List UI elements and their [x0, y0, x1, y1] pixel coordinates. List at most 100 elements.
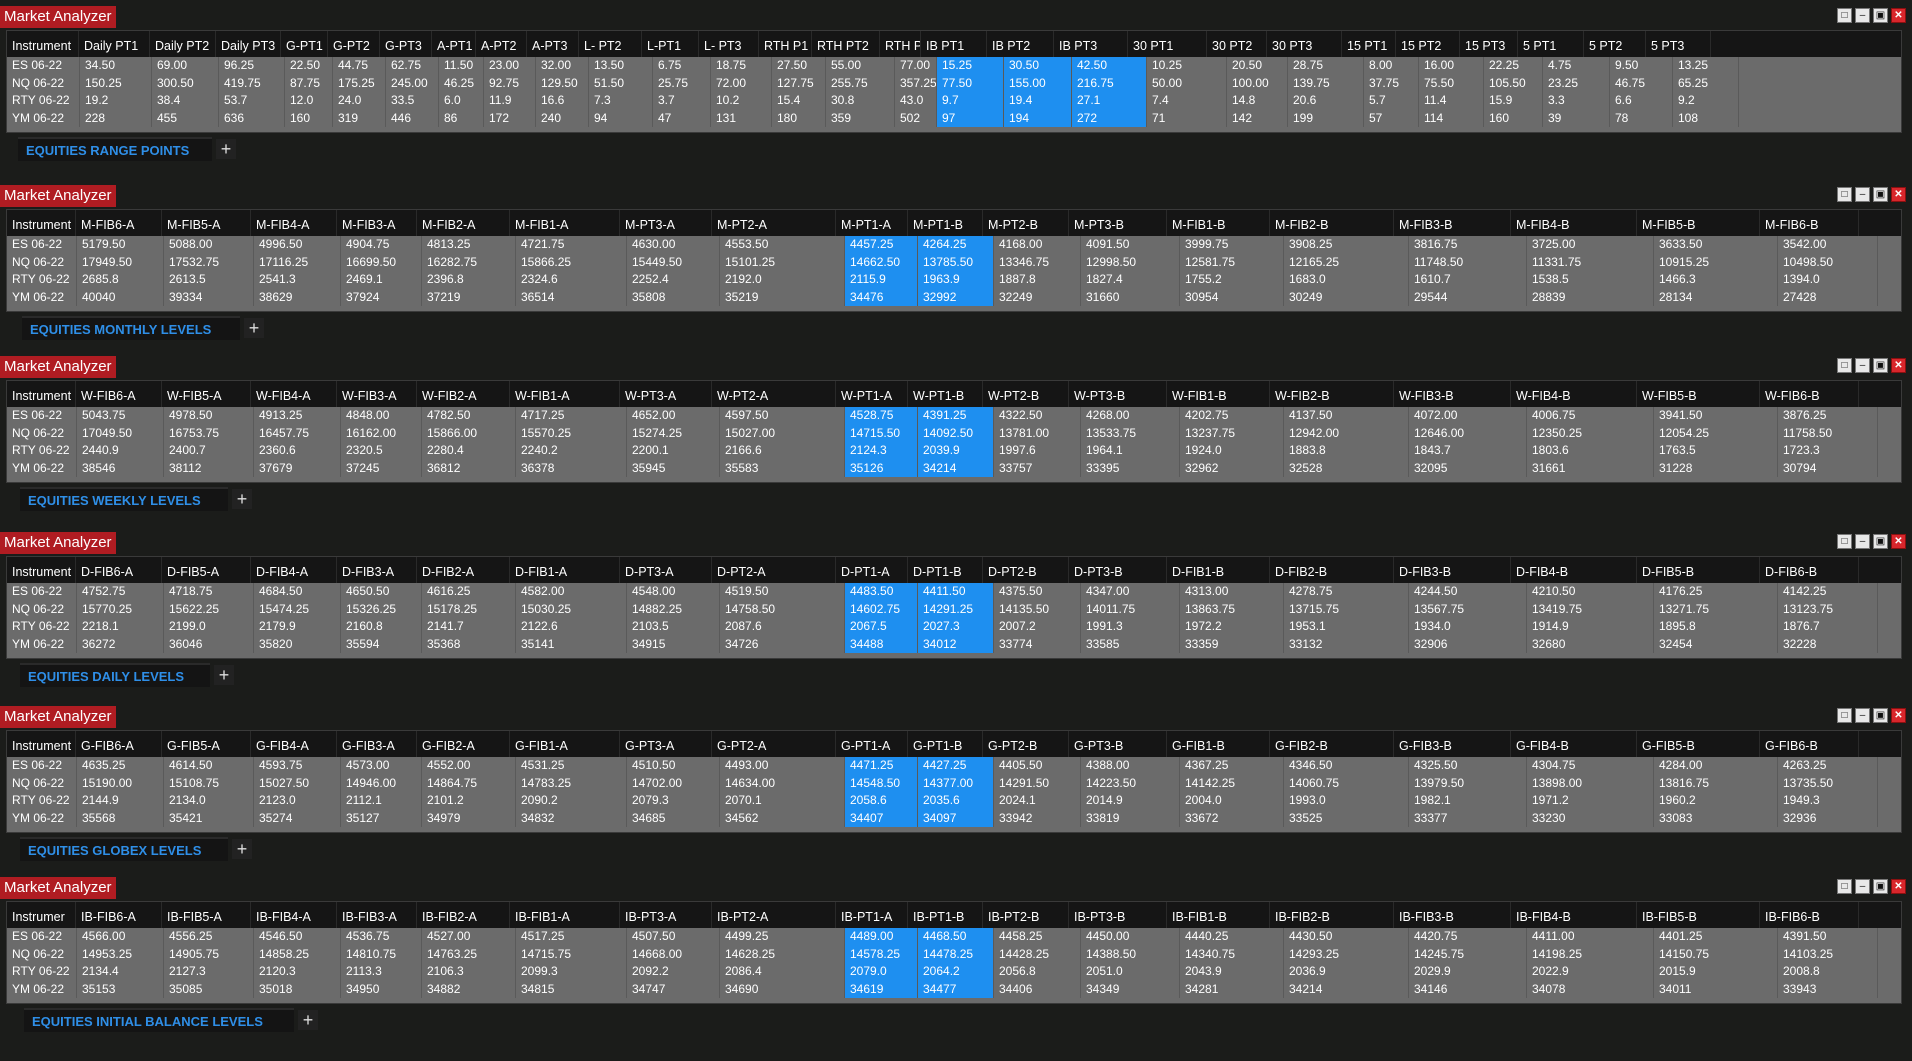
value-cell[interactable]: 34950 [341, 981, 421, 999]
column-header[interactable]: Daily PT3 [216, 31, 281, 57]
value-cell[interactable]: 14291.50 [994, 775, 1080, 793]
instrument-cell[interactable]: RTY 06-22 [7, 792, 76, 810]
value-cell[interactable]: 8.00 [1364, 57, 1418, 75]
column-header[interactable]: M-PT2-A [712, 210, 836, 236]
value-cell[interactable]: 27.1 [1072, 92, 1146, 110]
value-cell[interactable]: 100.00 [1227, 75, 1287, 93]
value-cell[interactable]: 2115.9 [845, 271, 917, 289]
value-cell[interactable]: 77.00 [895, 57, 936, 75]
value-cell[interactable]: 14858.25 [254, 946, 340, 964]
value-cell[interactable]: 4652.00 [627, 407, 719, 425]
value-cell[interactable]: 13715.75 [1284, 601, 1408, 619]
value-cell[interactable]: 4375.50 [994, 583, 1080, 601]
value-cell[interactable]: 34011 [1654, 981, 1777, 999]
value-cell[interactable]: 34349 [1081, 981, 1179, 999]
value-cell[interactable]: 4440.25 [1180, 928, 1283, 946]
value-cell[interactable]: 12646.00 [1409, 425, 1526, 443]
value-cell[interactable]: 15866.00 [422, 425, 515, 443]
value-cell[interactable]: 10.2 [711, 92, 771, 110]
value-cell[interactable]: 2440.9 [77, 442, 163, 460]
value-cell[interactable]: 35808 [627, 289, 719, 307]
column-header[interactable]: M-FIB5-A [162, 210, 251, 236]
column-header[interactable]: A-PT3 [527, 31, 579, 57]
window-titlebar[interactable]: Market Analyzer □ – ▣ ✕ [0, 356, 1912, 380]
value-cell[interactable]: 15622.25 [164, 601, 253, 619]
column-header[interactable]: 30 PT3 [1267, 31, 1342, 57]
value-cell[interactable]: 4405.50 [994, 757, 1080, 775]
value-cell[interactable]: 172 [484, 110, 535, 128]
column-header[interactable]: G-PT3 [380, 31, 432, 57]
close-icon[interactable]: ✕ [1891, 879, 1906, 894]
instrument-cell[interactable]: RTY 06-22 [7, 618, 76, 636]
value-cell[interactable]: 2396.8 [422, 271, 515, 289]
value-cell[interactable]: 4813.25 [422, 236, 515, 254]
value-cell[interactable]: 17116.25 [254, 254, 340, 272]
close-icon[interactable]: ✕ [1891, 534, 1906, 549]
value-cell[interactable]: 11331.75 [1527, 254, 1653, 272]
value-cell[interactable]: 13.50 [589, 57, 652, 75]
instrument-cell[interactable]: ES 06-22 [7, 928, 76, 946]
value-cell[interactable]: 32249 [994, 289, 1080, 307]
value-cell[interactable]: 14810.75 [341, 946, 421, 964]
value-cell[interactable]: 1993.0 [1284, 792, 1408, 810]
value-cell[interactable]: 32454 [1654, 636, 1777, 654]
value-cell[interactable]: 2469.1 [341, 271, 421, 289]
value-cell[interactable]: 4006.75 [1527, 407, 1653, 425]
column-header[interactable]: IB-FIB3-B [1394, 902, 1511, 928]
value-cell[interactable]: 16282.75 [422, 254, 515, 272]
value-cell[interactable]: 502 [895, 110, 936, 128]
value-cell[interactable]: 34.50 [80, 57, 151, 75]
value-cell[interactable]: 14905.75 [164, 946, 253, 964]
value-cell[interactable]: 14634.00 [720, 775, 844, 793]
instrument-cell[interactable]: NQ 06-22 [7, 601, 76, 619]
column-header[interactable]: G-FIB4-B [1511, 731, 1637, 757]
value-cell[interactable]: 4913.25 [254, 407, 340, 425]
column-header[interactable]: G-FIB2-A [417, 731, 510, 757]
value-cell[interactable]: 33083 [1654, 810, 1777, 828]
value-cell[interactable]: 446 [386, 110, 438, 128]
column-header[interactable]: D-PT1-A [836, 557, 908, 583]
window-icon[interactable]: □ [1837, 8, 1852, 23]
column-header[interactable]: D-PT2-A [712, 557, 836, 583]
column-header[interactable]: IB-FIB6-A [76, 902, 162, 928]
maximize-icon[interactable]: ▣ [1873, 187, 1888, 202]
minimize-icon[interactable]: – [1855, 708, 1870, 723]
value-cell[interactable]: 1991.3 [1081, 618, 1179, 636]
value-cell[interactable]: 46.25 [439, 75, 483, 93]
value-cell[interactable]: 15027.00 [720, 425, 844, 443]
value-cell[interactable]: 1763.5 [1654, 442, 1777, 460]
value-cell[interactable]: 38.4 [152, 92, 218, 110]
value-cell[interactable]: 32992 [918, 289, 993, 307]
value-cell[interactable]: 15570.25 [516, 425, 626, 443]
window-icon[interactable]: □ [1837, 534, 1852, 549]
column-header[interactable]: 15 PT3 [1460, 31, 1518, 57]
value-cell[interactable]: 71 [1147, 110, 1226, 128]
value-cell[interactable]: 14578.25 [845, 946, 917, 964]
value-cell[interactable]: 2360.6 [254, 442, 340, 460]
close-icon[interactable]: ✕ [1891, 358, 1906, 373]
value-cell[interactable]: 2056.8 [994, 963, 1080, 981]
value-cell[interactable]: 94 [589, 110, 652, 128]
column-header[interactable]: W-PT2-A [712, 381, 836, 407]
value-cell[interactable]: 36046 [164, 636, 253, 654]
close-icon[interactable]: ✕ [1891, 8, 1906, 23]
column-header[interactable]: M-PT3-A [620, 210, 712, 236]
value-cell[interactable]: 4553.50 [720, 236, 844, 254]
analyzer-tab[interactable]: EQUITIES RANGE POINTS [18, 137, 212, 161]
column-header[interactable]: M-FIB4-A [251, 210, 337, 236]
column-header[interactable]: IB-PT3-B [1069, 902, 1167, 928]
value-cell[interactable]: 2090.2 [516, 792, 626, 810]
value-cell[interactable]: 4978.50 [164, 407, 253, 425]
value-cell[interactable]: 35274 [254, 810, 340, 828]
value-cell[interactable]: 4450.00 [1081, 928, 1179, 946]
value-cell[interactable]: 4391.50 [1778, 928, 1877, 946]
column-header[interactable]: Instrument [7, 381, 76, 407]
value-cell[interactable]: 77.50 [937, 75, 1003, 93]
value-cell[interactable]: 4531.25 [516, 757, 626, 775]
value-cell[interactable]: 11.50 [439, 57, 483, 75]
column-header[interactable]: G-FIB1-B [1167, 731, 1270, 757]
value-cell[interactable]: 42.50 [1072, 57, 1146, 75]
value-cell[interactable]: 129.50 [536, 75, 588, 93]
column-header[interactable]: G-PT3-B [1069, 731, 1167, 757]
column-header[interactable]: IB-FIB4-A [251, 902, 337, 928]
